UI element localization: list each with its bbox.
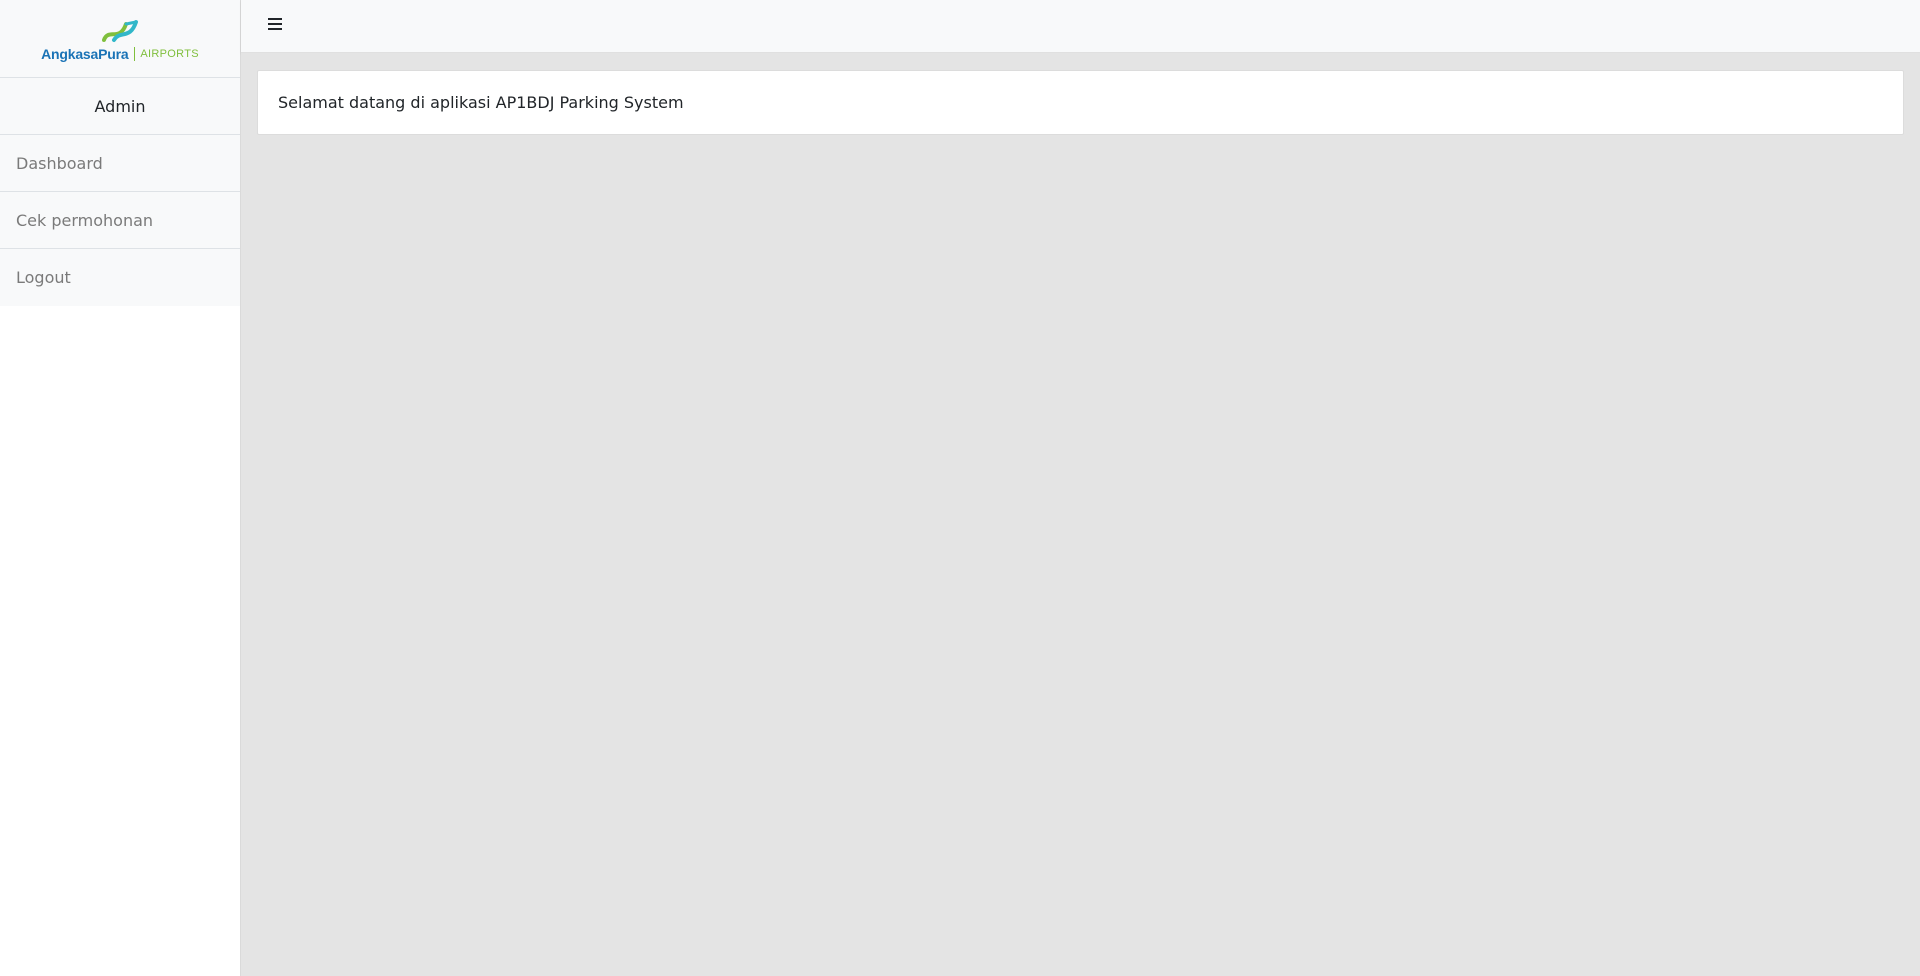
hamburger-line	[268, 23, 282, 25]
hamburger-line	[268, 18, 282, 20]
welcome-text: Selamat datang di aplikasi AP1BDJ Parkin…	[278, 93, 684, 112]
topbar	[241, 0, 1920, 53]
sidebar-logo-area: AngkasaPura AIRPORTS	[0, 0, 240, 78]
logo-mark-icon	[101, 19, 138, 42]
logo-separator	[134, 46, 136, 61]
sidebar-heading: Admin	[0, 78, 240, 135]
hamburger-icon[interactable]	[268, 18, 282, 30]
brand-logo[interactable]: AngkasaPura AIRPORTS	[41, 16, 199, 62]
sidebar-item-logout[interactable]: Logout	[0, 249, 240, 306]
hamburger-line	[268, 28, 282, 30]
sidebar: AngkasaPura AIRPORTS Admin Dashboard Cek…	[0, 0, 241, 976]
sidebar-menu: Dashboard Cek permohonan Logout	[0, 135, 240, 306]
logo-brand-sub: AIRPORTS	[140, 47, 199, 60]
logo-brand-name: AngkasaPura	[41, 45, 129, 62]
welcome-card: Selamat datang di aplikasi AP1BDJ Parkin…	[257, 70, 1904, 135]
sidebar-item-dashboard[interactable]: Dashboard	[0, 135, 240, 192]
logo-wordmark: AngkasaPura AIRPORTS	[41, 46, 199, 62]
main-content: Selamat datang di aplikasi AP1BDJ Parkin…	[241, 53, 1920, 976]
sidebar-item-cek-permohonan[interactable]: Cek permohonan	[0, 192, 240, 249]
